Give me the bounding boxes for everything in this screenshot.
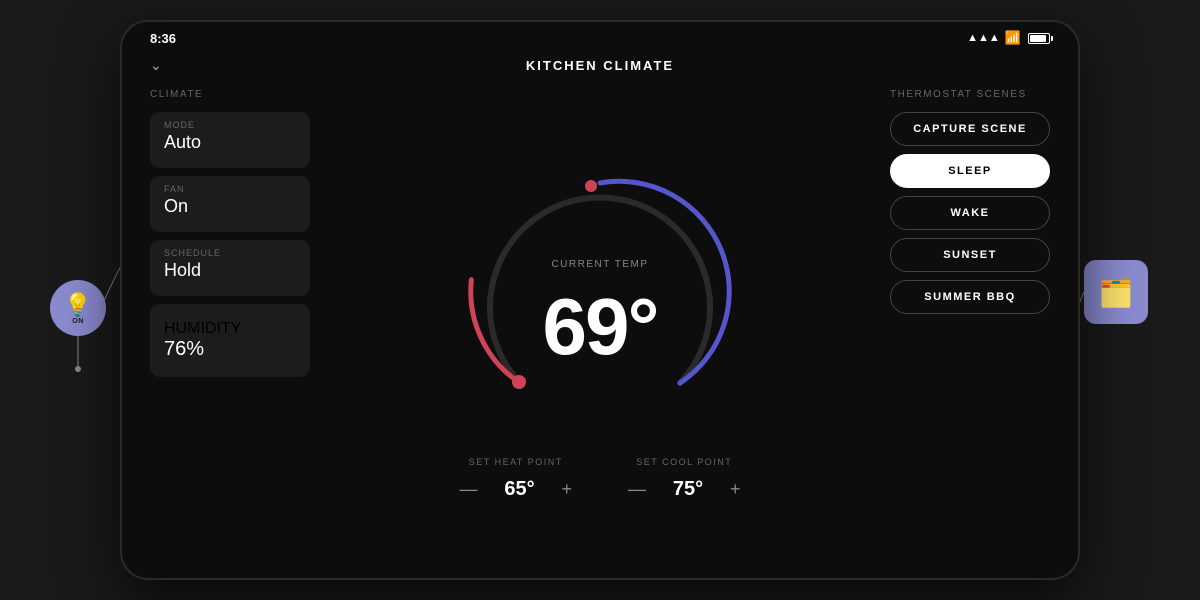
device-on-label: ON (72, 318, 84, 325)
scenes-section-label: THERMOSTAT SCENES (890, 89, 1050, 100)
heat-increase-button[interactable]: + (553, 475, 580, 504)
climate-section-label: CLIMATE (150, 89, 310, 100)
fan-card[interactable]: FAN On (150, 176, 310, 232)
status-icons: ▲▲▲ 📶 (967, 30, 1050, 46)
battery-icon (1028, 33, 1050, 44)
tablet-frame: 8:36 ▲▲▲ 📶 ⌄ KITCHEN CLIMATE CLIMATE MOD… (120, 20, 1080, 580)
sleep-scene-button[interactable]: SLEEP (890, 154, 1050, 188)
schedule-value: Hold (164, 260, 296, 281)
cool-setpoint-label: SET COOL POINT (636, 457, 732, 467)
sunset-scene-button[interactable]: SUNSET (890, 238, 1050, 272)
mode-value: Auto (164, 132, 296, 153)
heat-setpoint-value: 65° (501, 478, 537, 501)
center-panel: CURRENT TEMP 69° SET HEAT POINT — 65° + (310, 85, 890, 571)
status-bar: 8:36 ▲▲▲ 📶 (122, 22, 1078, 54)
humidity-value: 76% (164, 338, 296, 361)
setpoints: SET HEAT POINT — 65° + SET COOL POINT — … (451, 457, 748, 504)
cool-increase-button[interactable]: + (722, 475, 749, 504)
current-temp-value: 69° (543, 281, 658, 373)
heat-decrease-button[interactable]: — (451, 475, 485, 504)
chevron-down-icon[interactable]: ⌄ (150, 57, 162, 74)
cool-setpoint-value: 75° (670, 478, 706, 501)
wifi-icon: 📶 (1005, 30, 1021, 46)
right-panel: THERMOSTAT SCENES CAPTURE SCENE SLEEP WA… (890, 85, 1050, 571)
radiator-icon: 🗂️ (1099, 276, 1134, 309)
status-time: 8:36 (150, 31, 176, 46)
left-device-bubble[interactable]: 💡 ON (50, 280, 106, 336)
capture-scene-button[interactable]: CAPTURE SCENE (890, 112, 1050, 146)
mode-label: MODE (164, 120, 296, 130)
schedule-label: SCHEDULE (164, 248, 296, 258)
fan-value: On (164, 196, 296, 217)
thermostat-dial[interactable]: CURRENT TEMP 69° (460, 153, 740, 433)
main-content: CLIMATE MODE Auto FAN On SCHEDULE Hold H… (122, 85, 1078, 571)
bulb-icon: 💡 (64, 292, 91, 318)
heat-setpoint-label: SET HEAT POINT (469, 457, 563, 467)
humidity-card: HUMIDITY 76% (150, 304, 310, 377)
mode-card[interactable]: MODE Auto (150, 112, 310, 168)
schedule-card[interactable]: SCHEDULE Hold (150, 240, 310, 296)
fan-label: FAN (164, 184, 296, 194)
current-temp-label: CURRENT TEMP (551, 259, 648, 270)
cool-decrease-button[interactable]: — (620, 475, 654, 504)
left-panel: CLIMATE MODE Auto FAN On SCHEDULE Hold H… (150, 85, 310, 571)
signal-icon: ▲▲▲ (967, 32, 1000, 44)
right-device-bubble[interactable]: 🗂️ (1084, 260, 1148, 324)
humidity-label: HUMIDITY (164, 320, 296, 338)
header: ⌄ KITCHEN CLIMATE (122, 54, 1078, 85)
heat-setpoint: SET HEAT POINT — 65° + (451, 457, 580, 504)
wake-scene-button[interactable]: WAKE (890, 196, 1050, 230)
cool-setpoint: SET COOL POINT — 75° + (620, 457, 749, 504)
page-title: KITCHEN CLIMATE (526, 58, 674, 73)
summer-bbq-scene-button[interactable]: SUMMER BBQ (890, 280, 1050, 314)
